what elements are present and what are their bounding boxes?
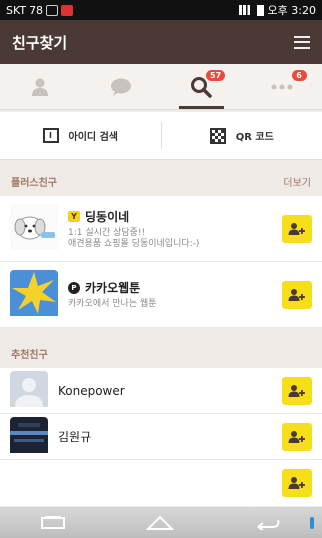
qr-code-button[interactable]: QR 코드 <box>162 112 322 159</box>
tab-chats[interactable] <box>81 64 162 109</box>
find-badge: 57 <box>206 70 226 81</box>
signal-icon <box>238 5 253 15</box>
id-search-button[interactable]: I 아이디 검색 <box>0 112 161 159</box>
friend-name: P 카카오웹툰 <box>68 279 282 296</box>
add-person-icon <box>288 477 305 489</box>
tab-find-friends[interactable]: 57 <box>161 64 242 109</box>
gallery-notification-icon <box>46 4 59 16</box>
list-item[interactable]: Y 딩동이네 1:1 실시간 상담중!! 애견용품 쇼핑몰 딩동이네입니다:-) <box>0 196 322 262</box>
add-friend-button[interactable] <box>282 280 312 309</box>
plus-friends-header: 플러스친구 더보기 <box>0 166 322 196</box>
carrier-label: SKT <box>6 3 27 17</box>
list-item[interactable]: 김원규 <box>0 414 322 460</box>
alert-notification-icon <box>61 4 74 16</box>
notification-count: 78 <box>29 3 44 17</box>
avatar <box>10 269 58 320</box>
hamburger-menu-icon[interactable] <box>294 35 310 49</box>
id-card-icon: I <box>42 128 59 143</box>
list-item[interactable] <box>0 460 322 506</box>
tab-friends[interactable] <box>0 64 81 109</box>
list-item[interactable]: Konepower <box>0 368 322 414</box>
add-person-icon <box>288 384 305 397</box>
add-person-icon <box>288 288 305 301</box>
speech-bubble-icon <box>110 78 131 96</box>
add-person-icon <box>288 430 305 443</box>
person-icon <box>32 78 49 96</box>
friend-description: 카카오에서 만나는 웹툰 <box>68 299 157 309</box>
plus-friend-badge-icon: Y <box>68 210 80 222</box>
photo-avatar-icon <box>10 416 48 453</box>
puppy-avatar-icon <box>10 203 58 250</box>
more-badge: 6 <box>291 70 307 81</box>
recommended-friends-header: 추천친구 <box>0 338 322 368</box>
recent-apps-icon[interactable] <box>40 515 66 530</box>
app-bar: 친구찾기 <box>0 20 322 64</box>
clock: 오후 3:20 <box>267 4 316 17</box>
avatar <box>10 416 48 457</box>
see-more-link[interactable]: 더보기 <box>283 174 311 189</box>
add-friend-button[interactable] <box>282 376 312 405</box>
friend-name: 김원규 <box>58 430 92 444</box>
add-friend-button[interactable] <box>282 469 312 497</box>
id-search-label: 아이디 검색 <box>68 132 118 143</box>
avatar <box>10 203 58 254</box>
back-icon[interactable] <box>254 516 282 530</box>
section-title: 플러스친구 <box>11 177 57 189</box>
friend-description: 1:1 실시간 상담중!! 애견용품 쇼핑몰 딩동이네입니다:-) <box>68 227 200 249</box>
story-badge-icon: P <box>68 281 80 294</box>
more-dots-icon <box>271 84 293 89</box>
default-avatar-icon <box>10 370 48 407</box>
system-nav-bar <box>0 507 322 538</box>
add-person-icon <box>288 222 305 235</box>
quick-actions: I 아이디 검색 QR 코드 <box>0 112 322 160</box>
main-tabs: 57 6 <box>0 64 322 110</box>
qr-code-icon <box>209 127 226 144</box>
tab-more[interactable]: 6 <box>242 64 322 109</box>
add-friend-button[interactable] <box>282 422 312 451</box>
avatar <box>10 370 48 411</box>
battery-icon <box>256 4 264 16</box>
friend-name: Konepower <box>58 383 125 398</box>
home-icon[interactable] <box>146 515 174 531</box>
page-title: 친구찾기 <box>12 33 68 52</box>
section-title: 추천친구 <box>11 349 48 361</box>
friend-name: Y 딩동이네 <box>68 208 282 225</box>
webtoon-avatar-icon <box>10 269 58 316</box>
status-bar: SKT 78 오후 3:20 <box>0 0 322 20</box>
menu-indicator-icon <box>310 517 314 529</box>
add-friend-button[interactable] <box>282 214 312 243</box>
qr-code-label: QR 코드 <box>235 132 274 143</box>
list-item[interactable]: P 카카오웹툰 카카오에서 만나는 웹툰 <box>0 262 322 328</box>
